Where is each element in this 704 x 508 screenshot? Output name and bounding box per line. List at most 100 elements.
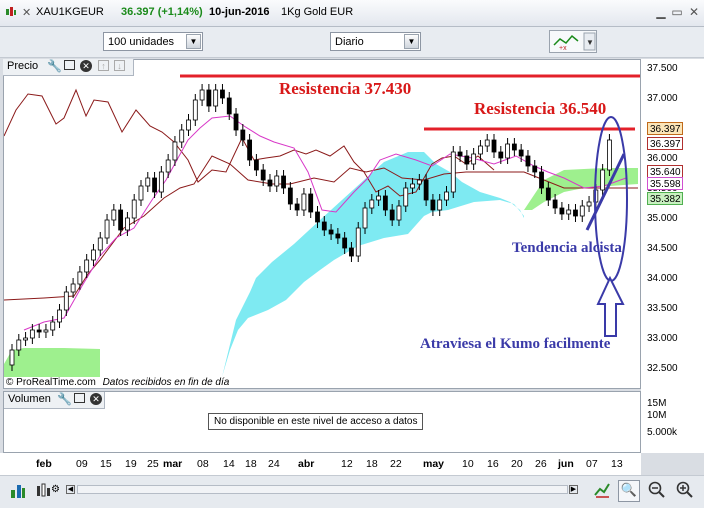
price-label: 36.397 — [647, 122, 683, 135]
chevron-down-icon: ▼ — [186, 34, 201, 49]
candle-body — [607, 139, 612, 171]
candle-body — [199, 89, 205, 101]
price-chart-pane[interactable]: Resistencia 37.430 Resistencia 36.540 Te… — [3, 59, 641, 389]
volume-tick-10m: 10M — [647, 410, 667, 421]
chart-type-icon[interactable] — [5, 6, 17, 18]
candle-body — [430, 199, 436, 211]
date-label: 10-jun-2016 — [209, 6, 270, 18]
x-axis-label: 07 — [586, 458, 598, 470]
minimize-icon[interactable]: ▁ — [654, 5, 668, 19]
candle-body — [77, 271, 83, 285]
candle-body — [172, 141, 178, 161]
candle-body — [342, 237, 348, 249]
candle-body — [539, 171, 544, 189]
move-down-icon[interactable]: ↓ — [114, 60, 125, 71]
close-panel-icon[interactable]: ✕ — [80, 60, 92, 72]
volume-tick-5000k: 5.000k — [647, 427, 678, 438]
maximize-panel-icon[interactable] — [64, 60, 75, 70]
date-axis[interactable]: feb 09 15 19 25 mar 08 14 18 24 abr 12 18 22 may 10 16 20… — [0, 453, 641, 475]
close-panel-icon[interactable]: ✕ — [90, 393, 102, 405]
move-up-icon[interactable]: ↑ — [98, 60, 109, 71]
candle-body — [16, 339, 22, 351]
period-select[interactable]: Diario ▼ — [330, 32, 421, 51]
candle-body — [437, 199, 443, 211]
candle-body — [369, 199, 375, 209]
scroll-left-icon[interactable]: ◀ — [66, 485, 75, 494]
y-axis-tick: 37.500 — [647, 63, 678, 74]
y-axis-tick: 37.000 — [647, 93, 678, 104]
draw-tool-icon[interactable] — [593, 481, 611, 499]
prorealtime-watermark: © ProRealTime.com Datos recibidos en fin… — [6, 377, 229, 388]
restore-icon[interactable]: ▭ — [670, 5, 684, 19]
y-axis-tick: 36.000 — [647, 153, 678, 164]
price-panel-header: Precio 🔧 ✕ ↑ ↓ — [3, 59, 134, 76]
candle-body — [63, 291, 69, 311]
candle-body — [559, 207, 565, 215]
indicators-icon: +x ▼ — [553, 32, 596, 52]
price-panel-label: Precio — [7, 60, 39, 72]
zoom-area-icon[interactable]: 🔍 — [618, 480, 640, 502]
candle-body — [545, 187, 551, 201]
close-icon[interactable]: ✕ — [22, 6, 31, 19]
x-axis-label: 24 — [268, 458, 280, 470]
candlestick-series — [9, 84, 612, 371]
candle-body — [192, 99, 198, 121]
candle-body — [97, 237, 103, 251]
candle-body — [478, 145, 483, 155]
wrench-icon[interactable]: 🔧 — [47, 59, 62, 73]
horizontal-scrollbar-track[interactable] — [77, 485, 568, 494]
y-axis-tick: 33.500 — [647, 303, 678, 314]
candle-body — [260, 169, 266, 181]
x-axis-label: 12 — [341, 458, 353, 470]
x-axis-label: feb — [36, 458, 52, 470]
candle-body — [294, 203, 300, 211]
candle-body — [23, 337, 28, 341]
x-axis-label: 20 — [511, 458, 523, 470]
zoom-in-icon[interactable] — [676, 481, 694, 499]
svg-text:▼: ▼ — [586, 38, 594, 47]
resistance-1-annotation: Resistencia 37.430 — [279, 79, 412, 98]
x-axis-label: 08 — [197, 458, 209, 470]
candle-body — [525, 155, 531, 167]
y-axis-tick: 33.000 — [647, 333, 678, 344]
candle-body — [376, 195, 382, 201]
candle-body — [118, 209, 124, 231]
candle-body — [396, 205, 402, 221]
settings-icon[interactable]: ⚙ — [51, 484, 60, 495]
price-axis[interactable]: 37.50037.00036.50036.00035.50035.00034.5… — [641, 59, 704, 453]
scroll-right-icon[interactable]: ▶ — [569, 485, 578, 494]
volume-tick-15m: 15M — [647, 398, 667, 409]
candle-body — [349, 247, 354, 257]
candle-body — [579, 205, 585, 217]
candle-body — [362, 207, 368, 229]
indicators-button[interactable]: +x ▼ — [549, 30, 597, 53]
candle-body — [36, 329, 42, 333]
zoom-out-icon[interactable] — [648, 481, 666, 499]
wrench-icon[interactable]: 🔧 — [57, 392, 72, 406]
candle-body — [50, 321, 56, 331]
units-select[interactable]: 100 unidades ▼ — [103, 32, 203, 51]
window-close-icon[interactable]: ✕ — [687, 5, 701, 19]
candle-body — [518, 149, 524, 157]
x-axis-label: 10 — [462, 458, 474, 470]
candle-body — [233, 113, 239, 131]
x-axis-label: mar — [163, 458, 183, 470]
candle-body — [104, 219, 110, 239]
y-axis-tick: 34.500 — [647, 243, 678, 254]
x-axis-label: 13 — [611, 458, 623, 470]
symbol-label: XAU1KGEUR — [36, 6, 104, 18]
price-label: 35.382 — [647, 192, 683, 205]
indicator-icon[interactable] — [34, 482, 52, 500]
candle-body — [444, 191, 449, 201]
candle-body — [43, 329, 49, 333]
watermark-note: Datos recibidos en fin de día — [102, 377, 230, 388]
candle-body — [321, 221, 327, 231]
window-title-bar: ✕ XAU1KGEUR 36.397 (+1,14%) 10-jun-2016 … — [0, 0, 704, 27]
maximize-panel-icon[interactable] — [74, 393, 85, 403]
candle-body — [240, 129, 246, 141]
candle-body — [600, 169, 606, 191]
chart-settings-icon[interactable] — [9, 482, 27, 500]
candle-body — [566, 209, 572, 215]
price-label: 35.598 — [647, 177, 683, 190]
candle-body — [152, 177, 157, 193]
